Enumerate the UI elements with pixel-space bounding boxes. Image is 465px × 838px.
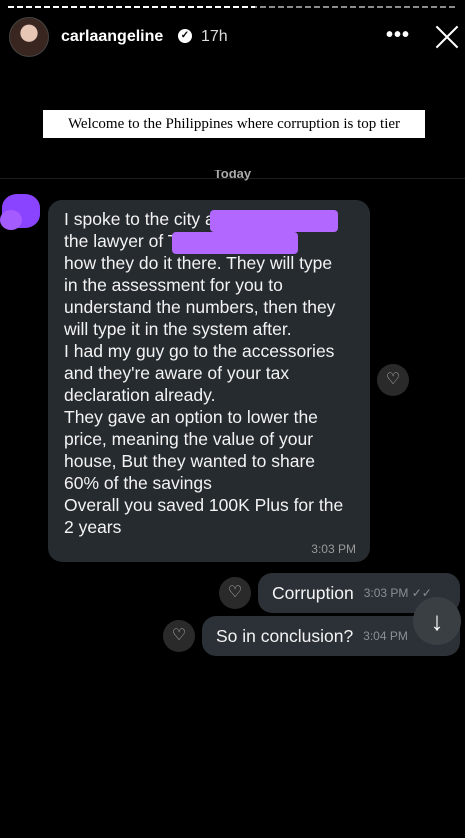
sender-avatar-redacted: [0, 190, 44, 238]
react-heart-icon[interactable]: ♡: [163, 620, 195, 652]
close-icon[interactable]: [430, 20, 464, 54]
username[interactable]: carlaangeline: [61, 28, 163, 46]
scroll-down-button[interactable]: ↓: [413, 597, 461, 645]
story-progress-fill: [8, 6, 255, 8]
react-heart-icon[interactable]: ♡: [377, 364, 409, 396]
verified-badge-icon: ✓: [178, 29, 192, 43]
outgoing-message-text: So in conclusion?: [216, 625, 354, 646]
redaction-mark: [0, 210, 22, 230]
redaction-mark: [210, 210, 338, 232]
more-options-icon[interactable]: •••: [386, 24, 410, 47]
redaction-mark: [172, 232, 298, 254]
incoming-message-text: I spoke to the city and the lawyer of Th…: [64, 209, 344, 537]
story-progress-bar: [8, 6, 457, 8]
story-age: 17h: [201, 28, 228, 45]
incoming-message-bubble[interactable]: I spoke to the city and the lawyer of Th…: [48, 200, 370, 562]
message-timestamp: 3:03 PM: [311, 542, 356, 556]
story-caption: Welcome to the Philippines where corrupt…: [43, 110, 425, 138]
avatar[interactable]: [9, 17, 49, 57]
story-header: carlaangeline ✓ 17h •••: [0, 14, 465, 60]
arrow-down-icon: ↓: [430, 606, 444, 636]
message-timestamp: 3:04 PM: [363, 629, 408, 643]
outgoing-message-text: Corruption: [272, 582, 354, 603]
react-heart-icon[interactable]: ♡: [219, 577, 251, 609]
message-timestamp: 3:03 PM ✓✓: [363, 586, 432, 600]
date-header: Today: [213, 170, 252, 181]
